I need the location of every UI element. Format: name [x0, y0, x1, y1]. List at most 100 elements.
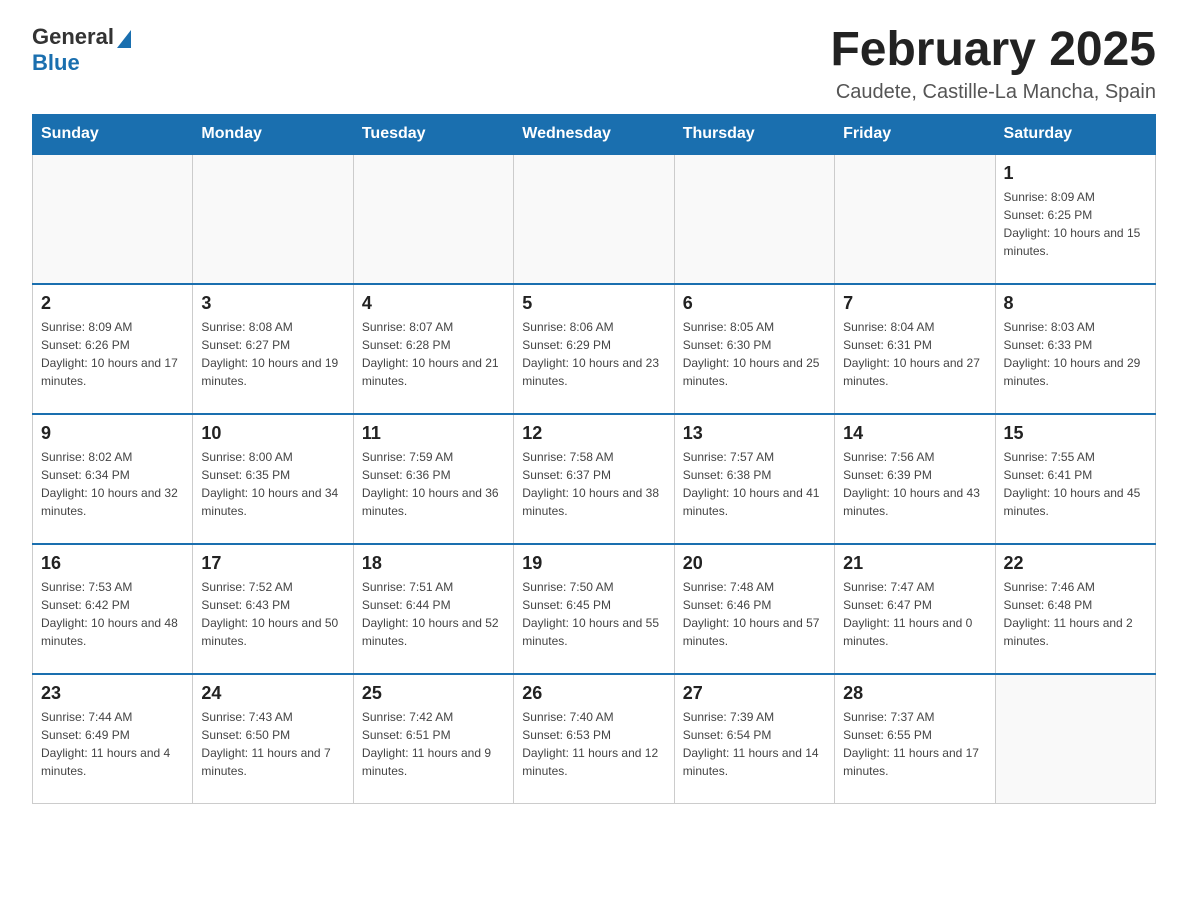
- day-cell: 22 Sunrise: 7:46 AM Sunset: 6:48 PM Dayli…: [995, 544, 1155, 674]
- logo-blue: Blue: [32, 50, 80, 76]
- day-number: 9: [41, 423, 184, 444]
- day-cell: 17Sunrise: 7:52 AM Sunset: 6:43 PM Dayli…: [193, 544, 353, 674]
- day-cell: 12 Sunrise: 7:58 AM Sunset: 6:37 PM Dayli…: [514, 414, 674, 544]
- day-info: Sunrise: 7:53 AM Sunset: 6:42 PM Dayligh…: [41, 578, 184, 650]
- day-info: Sunrise: 8:07 AM Sunset: 6:28 PM Dayligh…: [362, 318, 505, 390]
- day-cell: 26 Sunrise: 7:40 AM Sunset: 6:53 PM Dayli…: [514, 674, 674, 804]
- day-cell: 3 Sunrise: 8:08 AM Sunset: 6:27 PM Daylig…: [193, 284, 353, 414]
- day-cell: [353, 154, 513, 284]
- day-info: Sunrise: 7:37 AM Sunset: 6:55 PM Dayligh…: [843, 708, 986, 780]
- header-day-tuesday: Tuesday: [353, 114, 513, 154]
- day-number: 7: [843, 293, 986, 314]
- day-cell: 25Sunrise: 7:42 AM Sunset: 6:51 PM Dayli…: [353, 674, 513, 804]
- day-info: Sunrise: 8:06 AM Sunset: 6:29 PM Dayligh…: [522, 318, 665, 390]
- day-number: 26: [522, 683, 665, 704]
- day-info: Sunrise: 8:05 AM Sunset: 6:30 PM Dayligh…: [683, 318, 826, 390]
- day-number: 27: [683, 683, 826, 704]
- day-cell: 20Sunrise: 7:48 AM Sunset: 6:46 PM Dayli…: [674, 544, 834, 674]
- day-info: Sunrise: 8:08 AM Sunset: 6:27 PM Dayligh…: [201, 318, 344, 390]
- day-info: Sunrise: 8:04 AM Sunset: 6:31 PM Dayligh…: [843, 318, 986, 390]
- day-cell: 23 Sunrise: 7:44 AM Sunset: 6:49 PM Dayli…: [33, 674, 193, 804]
- header-day-friday: Friday: [835, 114, 995, 154]
- day-info: Sunrise: 8:00 AM Sunset: 6:35 PM Dayligh…: [201, 448, 344, 520]
- day-info: Sunrise: 7:44 AM Sunset: 6:49 PM Dayligh…: [41, 708, 184, 780]
- header-day-thursday: Thursday: [674, 114, 834, 154]
- day-number: 3: [201, 293, 344, 314]
- day-cell: 14 Sunrise: 7:56 AM Sunset: 6:39 PM Dayli…: [835, 414, 995, 544]
- day-info: Sunrise: 7:46 AM Sunset: 6:48 PM Dayligh…: [1004, 578, 1147, 650]
- day-info: Sunrise: 7:42 AM Sunset: 6:51 PM Dayligh…: [362, 708, 505, 780]
- day-cell: [835, 154, 995, 284]
- week-row-5: 23 Sunrise: 7:44 AM Sunset: 6:49 PM Dayli…: [33, 674, 1156, 804]
- day-cell: 7 Sunrise: 8:04 AM Sunset: 6:31 PM Daylig…: [835, 284, 995, 414]
- day-info: Sunrise: 7:51 AM Sunset: 6:44 PM Dayligh…: [362, 578, 505, 650]
- day-number: 2: [41, 293, 184, 314]
- day-number: 15: [1004, 423, 1147, 444]
- header-day-wednesday: Wednesday: [514, 114, 674, 154]
- day-number: 12: [522, 423, 665, 444]
- week-row-1: 1Sunrise: 8:09 AM Sunset: 6:25 PM Daylig…: [33, 154, 1156, 284]
- calendar-subtitle: Caudete, Castille-La Mancha, Spain: [830, 81, 1156, 104]
- logo-arrow-icon: [117, 30, 131, 48]
- day-number: 8: [1004, 293, 1147, 314]
- week-row-3: 9 Sunrise: 8:02 AM Sunset: 6:34 PM Daylig…: [33, 414, 1156, 544]
- day-cell: 4 Sunrise: 8:07 AM Sunset: 6:28 PM Daylig…: [353, 284, 513, 414]
- day-cell: 15 Sunrise: 7:55 AM Sunset: 6:41 PM Dayli…: [995, 414, 1155, 544]
- day-info: Sunrise: 7:58 AM Sunset: 6:37 PM Dayligh…: [522, 448, 665, 520]
- day-number: 21: [843, 553, 986, 574]
- header-day-monday: Monday: [193, 114, 353, 154]
- calendar-table: SundayMondayTuesdayWednesdayThursdayFrid…: [32, 114, 1156, 805]
- day-number: 13: [683, 423, 826, 444]
- day-number: 22: [1004, 553, 1147, 574]
- day-number: 18: [362, 553, 505, 574]
- day-info: Sunrise: 7:43 AM Sunset: 6:50 PM Dayligh…: [201, 708, 344, 780]
- day-info: Sunrise: 7:55 AM Sunset: 6:41 PM Dayligh…: [1004, 448, 1147, 520]
- day-number: 11: [362, 423, 505, 444]
- page-header: General Blue February 2025 Caudete, Cast…: [32, 24, 1156, 104]
- day-cell: 8 Sunrise: 8:03 AM Sunset: 6:33 PM Daylig…: [995, 284, 1155, 414]
- day-cell: [193, 154, 353, 284]
- day-number: 6: [683, 293, 826, 314]
- day-number: 28: [843, 683, 986, 704]
- day-cell: 6 Sunrise: 8:05 AM Sunset: 6:30 PM Daylig…: [674, 284, 834, 414]
- day-info: Sunrise: 8:02 AM Sunset: 6:34 PM Dayligh…: [41, 448, 184, 520]
- day-cell: [674, 154, 834, 284]
- day-number: 4: [362, 293, 505, 314]
- calendar-header: SundayMondayTuesdayWednesdayThursdayFrid…: [33, 114, 1156, 154]
- day-cell: 19 Sunrise: 7:50 AM Sunset: 6:45 PM Dayli…: [514, 544, 674, 674]
- day-info: Sunrise: 8:03 AM Sunset: 6:33 PM Dayligh…: [1004, 318, 1147, 390]
- title-block: February 2025 Caudete, Castille-La Manch…: [830, 24, 1156, 104]
- day-cell: 18 Sunrise: 7:51 AM Sunset: 6:44 PM Dayli…: [353, 544, 513, 674]
- day-info: Sunrise: 7:57 AM Sunset: 6:38 PM Dayligh…: [683, 448, 826, 520]
- day-info: Sunrise: 7:56 AM Sunset: 6:39 PM Dayligh…: [843, 448, 986, 520]
- calendar-title: February 2025: [830, 24, 1156, 77]
- header-day-sunday: Sunday: [33, 114, 193, 154]
- day-info: Sunrise: 7:40 AM Sunset: 6:53 PM Dayligh…: [522, 708, 665, 780]
- day-number: 17: [201, 553, 344, 574]
- day-cell: 28 Sunrise: 7:37 AM Sunset: 6:55 PM Dayli…: [835, 674, 995, 804]
- header-row: SundayMondayTuesdayWednesdayThursdayFrid…: [33, 114, 1156, 154]
- day-number: 14: [843, 423, 986, 444]
- day-info: Sunrise: 7:59 AM Sunset: 6:36 PM Dayligh…: [362, 448, 505, 520]
- week-row-2: 2 Sunrise: 8:09 AM Sunset: 6:26 PM Daylig…: [33, 284, 1156, 414]
- day-number: 16: [41, 553, 184, 574]
- calendar-body: 1Sunrise: 8:09 AM Sunset: 6:25 PM Daylig…: [33, 154, 1156, 804]
- day-cell: 10Sunrise: 8:00 AM Sunset: 6:35 PM Dayli…: [193, 414, 353, 544]
- day-cell: [995, 674, 1155, 804]
- day-cell: 2 Sunrise: 8:09 AM Sunset: 6:26 PM Daylig…: [33, 284, 193, 414]
- day-number: 24: [201, 683, 344, 704]
- day-cell: 9 Sunrise: 8:02 AM Sunset: 6:34 PM Daylig…: [33, 414, 193, 544]
- day-cell: 13 Sunrise: 7:57 AM Sunset: 6:38 PM Dayli…: [674, 414, 834, 544]
- day-number: 19: [522, 553, 665, 574]
- day-info: Sunrise: 7:47 AM Sunset: 6:47 PM Dayligh…: [843, 578, 986, 650]
- day-info: Sunrise: 8:09 AM Sunset: 6:26 PM Dayligh…: [41, 318, 184, 390]
- day-cell: 5 Sunrise: 8:06 AM Sunset: 6:29 PM Daylig…: [514, 284, 674, 414]
- day-cell: [514, 154, 674, 284]
- day-info: Sunrise: 7:39 AM Sunset: 6:54 PM Dayligh…: [683, 708, 826, 780]
- day-number: 5: [522, 293, 665, 314]
- day-number: 23: [41, 683, 184, 704]
- day-cell: [33, 154, 193, 284]
- day-info: Sunrise: 7:50 AM Sunset: 6:45 PM Dayligh…: [522, 578, 665, 650]
- day-number: 20: [683, 553, 826, 574]
- day-cell: 16 Sunrise: 7:53 AM Sunset: 6:42 PM Dayli…: [33, 544, 193, 674]
